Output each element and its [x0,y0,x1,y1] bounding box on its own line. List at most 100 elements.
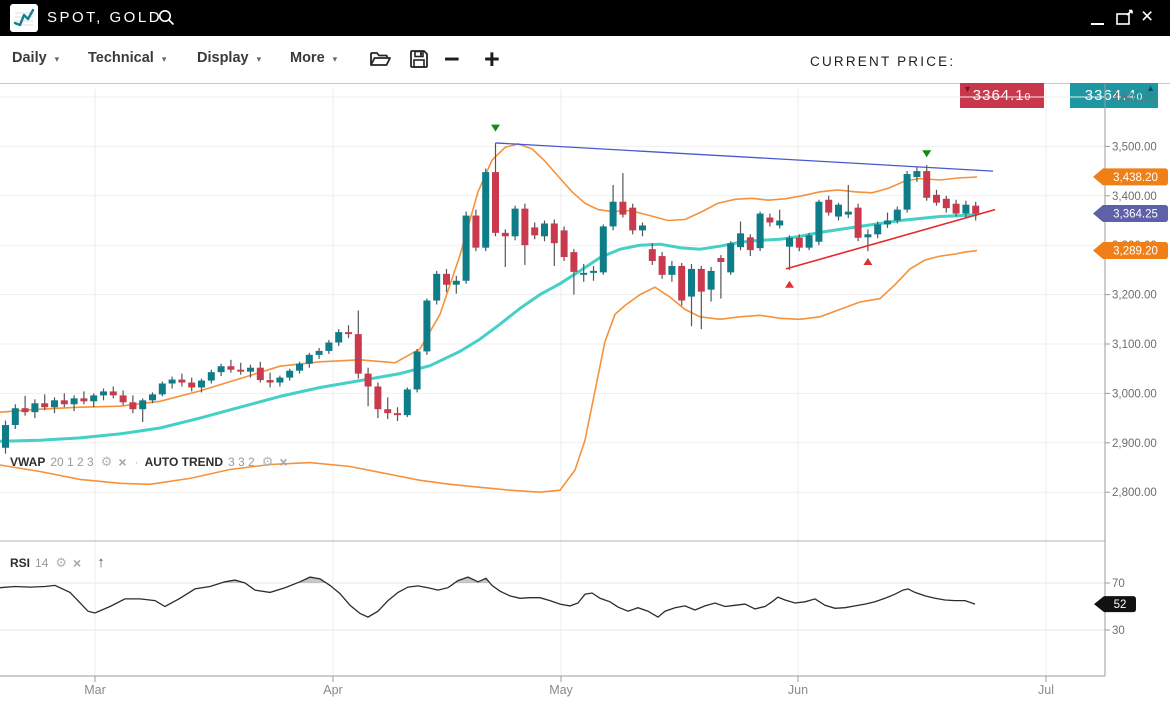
current-price-label: CURRENT PRICE: [810,54,955,69]
candle [129,395,136,413]
candle-body-up [600,226,607,272]
vwap-line[interactable] [0,215,977,442]
autotrend-remove-icon[interactable]: × [279,456,287,468]
candle [169,377,176,389]
candle-body-up [159,384,166,395]
menu-timeframe[interactable]: Daily ▾ [12,50,59,66]
candle [120,390,127,405]
trendline-resistance[interactable] [496,143,994,171]
candle [463,212,470,284]
chevron-down-icon: ▾ [333,52,338,65]
candle [923,165,930,201]
candle-body-up [482,172,489,248]
candle [600,224,607,274]
candle-body-up [51,400,58,407]
candle-body-up [541,223,548,236]
zoom-in-button[interactable]: + [484,42,500,76]
candle-body-up [296,364,303,371]
candle [374,383,381,419]
candle-body-up [874,224,881,234]
search-icon[interactable] [158,9,175,31]
price-tag-text: 52 [1114,599,1127,611]
candle-body-down [796,238,803,248]
save-chart-icon[interactable] [409,49,429,74]
rsi-legend: RSI 14 ⚙ × ↑ [10,554,105,571]
candle-body-down [717,258,724,262]
candle [835,203,842,221]
menu-timeframe-label: Daily [12,50,47,66]
candles-layer [2,143,979,454]
candle [884,213,891,228]
close-window-icon[interactable]: × [1141,3,1153,31]
candle-body-down [502,233,509,236]
candle-body-up [904,174,911,210]
candle-body-up [815,202,822,242]
candle [590,266,597,281]
candle-body-down [227,366,234,369]
price-tag: 3,364.25 [1093,205,1168,222]
candle-body-up [12,408,19,425]
candle [815,200,822,245]
candle-body-up [453,281,460,285]
candle [541,221,548,242]
candle [482,169,489,251]
candle-body-up [786,238,793,247]
candle-body-up [864,234,871,237]
candle [355,310,362,378]
candle-body-up [149,394,156,400]
minimize-window-icon[interactable] [1091,14,1104,25]
vwap-remove-icon[interactable]: × [118,456,126,468]
candle [727,241,734,275]
rsi-move-up-icon[interactable]: ↑ [97,554,105,571]
popout-window-icon[interactable] [1115,9,1135,32]
candle [267,373,274,388]
candle [786,235,793,270]
open-chart-icon[interactable] [369,49,391,74]
candle [237,363,244,375]
candle-body-up [247,368,254,372]
autotrend-settings-gear-icon[interactable]: ⚙ [262,454,274,470]
candle [512,206,519,241]
price-tag-text: 3,289.20 [1113,246,1158,258]
vwap-settings-gear-icon[interactable]: ⚙ [101,454,113,470]
candle [698,266,705,329]
legend-separator: · [135,455,139,469]
candle-body-up [463,216,470,281]
menu-more[interactable]: More ▾ [290,50,337,66]
menu-technical[interactable]: Technical ▾ [88,50,166,66]
autotrend-params: 3 3 2 [228,455,255,469]
candle [188,378,195,392]
candle [325,340,332,354]
zoom-out-button[interactable]: − [444,42,460,76]
candle [972,202,979,221]
candle-body-down [443,274,450,285]
candle-body-down [825,200,832,213]
candle-body-up [894,210,901,221]
candle-body-down [953,204,960,214]
candle [708,267,715,302]
chevron-down-icon: ▾ [162,52,167,65]
price-tick-label: 3,100.00 [1112,339,1157,351]
candle-body-down [531,227,538,235]
app-logo-icon [10,4,38,32]
candle [737,221,744,250]
candle-body-up [757,214,764,249]
rsi-settings-gear-icon[interactable]: ⚙ [55,555,67,571]
price-tick-label: 3,500.00 [1112,141,1157,153]
price-tick-label: 2,800.00 [1112,487,1157,499]
candle-body-up [139,400,146,409]
month-label: Mar [84,683,106,697]
candle-body-up [31,403,38,412]
candle [688,264,695,326]
price-tag: 3,289.20 [1093,242,1168,259]
candle-body-up [218,366,225,372]
buy-signal-icon [863,258,872,265]
candle-body-down [923,171,930,198]
rsi-remove-icon[interactable]: × [73,557,81,569]
price-chart[interactable]: 3,600.003,500.003,400.003,300.003,200.00… [0,84,1170,701]
candle [2,421,9,454]
menu-display[interactable]: Display ▾ [197,50,261,66]
price-tick-label: 3,200.00 [1112,290,1157,302]
candle-body-up [423,301,430,352]
menu-display-label: Display [197,50,249,66]
